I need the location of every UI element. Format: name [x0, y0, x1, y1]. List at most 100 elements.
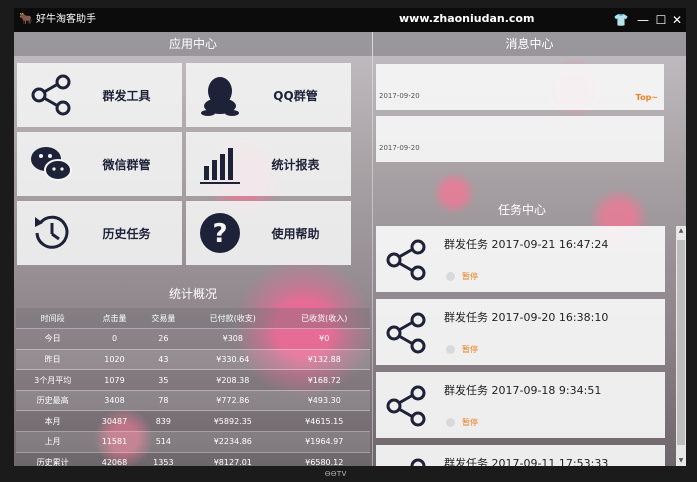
- cell: 42068: [89, 452, 140, 466]
- message-item[interactable]: 2017-09-20 Top~: [376, 64, 664, 110]
- pause-button[interactable]: 暂停: [462, 417, 478, 428]
- cell: 今日: [16, 328, 90, 350]
- tile-qq-group[interactable]: QQ群管: [186, 63, 351, 127]
- stats-title: 统计概况: [168, 287, 217, 301]
- cell: 昨日: [16, 349, 90, 371]
- tile-wechat-group[interactable]: 微信群管: [17, 132, 182, 196]
- table-row: 3个月平均 1079 35 ¥208.38 ¥168.72: [16, 369, 370, 391]
- app-center-header: 应用中心: [14, 32, 372, 56]
- task-text: 群发任务 2017-09-11 17:53:33: [444, 457, 609, 466]
- status-dot: [446, 345, 455, 354]
- cow-logo-icon: 🐂: [19, 12, 33, 25]
- table-row: 本月 30487 839 ¥5892.35 ¥4615.15: [16, 410, 370, 433]
- tile-label: 微信群管: [102, 158, 151, 172]
- tile-history-tasks[interactable]: 历史任务: [17, 201, 182, 265]
- cell: 本月: [16, 410, 90, 433]
- tile-label: 使用帮助: [271, 227, 320, 241]
- task-center-header: 任务中心: [497, 203, 546, 217]
- app-title: 好牛淘客助手: [36, 14, 96, 25]
- table-row: 上月 11581 514 ¥2234.86 ¥1964.97: [16, 431, 370, 453]
- share-icon: [386, 312, 426, 354]
- cell: 1353: [139, 452, 188, 466]
- cell: 78: [139, 390, 188, 412]
- site-url[interactable]: www.zhaoniudan.com: [399, 12, 534, 25]
- message-item[interactable]: 2017-09-20: [376, 116, 664, 162]
- app-window: 🐂 好牛淘客助手 www.zhaoniudan.com 👕 — ☐ ✕ 应用中心…: [14, 8, 686, 466]
- cell: 上月: [16, 431, 90, 453]
- share-icon: [410, 458, 426, 466]
- message-date: 2017-09-20: [379, 92, 420, 100]
- cell: ¥493.30: [278, 390, 370, 412]
- cell: 35: [139, 369, 188, 391]
- cell: 514: [139, 431, 188, 453]
- task-item[interactable]: 群发任务 2017-09-20 16:38:10 暂停: [376, 299, 665, 365]
- cell: ¥330.64: [187, 349, 279, 371]
- cell: 0: [89, 328, 140, 350]
- bar-chart-icon: [200, 148, 240, 184]
- col-header: 已付款(收支): [187, 308, 279, 330]
- table-row: 今日 0 26 ¥308 ¥0: [16, 328, 370, 350]
- share-icon: [386, 239, 426, 281]
- cell: 26: [139, 328, 188, 350]
- table-row: 昨日 1020 43 ¥330.64 ¥132.88: [16, 349, 370, 371]
- tile-help[interactable]: ? 使用帮助: [186, 201, 351, 265]
- stats-table: 时间段 点击量 交易量 已付款(收支) 已收货(收入) 今日 0 26 ¥308…: [16, 308, 370, 466]
- cell: ¥772.86: [187, 390, 279, 412]
- col-header: 交易量: [139, 308, 188, 330]
- tile-label: QQ群管: [273, 89, 318, 103]
- tile-label: 群发工具: [102, 89, 151, 103]
- pause-button[interactable]: 暂停: [462, 344, 478, 355]
- cell: ¥5892.35: [187, 410, 279, 433]
- cell: ¥8127.01: [187, 452, 279, 466]
- task-text: 群发任务 2017-09-21 16:47:24: [444, 238, 609, 251]
- tile-mass-send[interactable]: 群发工具: [17, 63, 182, 127]
- stats-header-row: 时间段 点击量 交易量 已付款(收支) 已收货(收入): [16, 308, 370, 330]
- cell: 1079: [89, 369, 140, 391]
- task-scrollbar[interactable]: ▲ ▼: [676, 226, 686, 466]
- cell: ¥208.38: [187, 369, 279, 391]
- cell: 历史最高: [16, 390, 90, 412]
- task-item[interactable]: 群发任务 2017-09-18 9:34:51 暂停: [376, 372, 665, 438]
- scroll-up-icon[interactable]: ▲: [676, 226, 686, 236]
- top-badge[interactable]: Top~: [636, 93, 658, 102]
- scroll-thumb[interactable]: [677, 240, 685, 445]
- cell: ¥1964.97: [278, 431, 370, 453]
- tile-label: 历史任务: [102, 227, 151, 241]
- wechat-icon: [31, 147, 72, 181]
- svg-text:?: ?: [212, 219, 227, 249]
- share-icon: [31, 74, 71, 116]
- cell: 11581: [89, 431, 140, 453]
- skin-icon[interactable]: 👕: [612, 11, 630, 29]
- help-icon: ?: [200, 213, 240, 253]
- cell: 历史累计: [16, 452, 90, 466]
- cell: ¥168.72: [278, 369, 370, 391]
- task-item[interactable]: 群发任务 2017-09-21 16:47:24 暂停: [376, 226, 665, 292]
- table-row: 历史累计 42068 1353 ¥8127.01 ¥6580.12: [16, 452, 370, 466]
- col-header: 已收货(收入): [278, 308, 370, 330]
- scroll-down-icon[interactable]: ▼: [676, 456, 686, 466]
- cell: ¥2234.86: [187, 431, 279, 453]
- share-icon: [386, 385, 426, 427]
- qq-icon: [201, 77, 239, 116]
- task-item[interactable]: 群发任务 2017-09-11 17:53:33: [376, 445, 665, 466]
- pause-button[interactable]: 暂停: [462, 271, 478, 282]
- cell: ¥132.88: [278, 349, 370, 371]
- cell: 839: [139, 410, 188, 433]
- col-header: 时间段: [16, 308, 90, 330]
- close-button[interactable]: ✕: [668, 11, 686, 29]
- history-icon: [35, 215, 69, 249]
- cell: ¥4615.15: [278, 410, 370, 433]
- minimize-button[interactable]: —: [634, 11, 652, 29]
- table-row: 历史最高 3408 78 ¥772.86 ¥493.30: [16, 390, 370, 412]
- cell: ¥0: [278, 328, 370, 350]
- cell: 3个月平均: [16, 369, 90, 391]
- task-text: 群发任务 2017-09-18 9:34:51: [444, 384, 602, 397]
- cell: ¥308: [187, 328, 279, 350]
- cell: 43: [139, 349, 188, 371]
- tile-label: 统计报表: [271, 158, 320, 172]
- task-text: 群发任务 2017-09-20 16:38:10: [444, 311, 609, 324]
- cell: 3408: [89, 390, 140, 412]
- col-header: 点击量: [89, 308, 140, 330]
- tile-statistics-report[interactable]: 统计报表: [186, 132, 351, 196]
- message-center-header: 消息中心: [373, 32, 686, 56]
